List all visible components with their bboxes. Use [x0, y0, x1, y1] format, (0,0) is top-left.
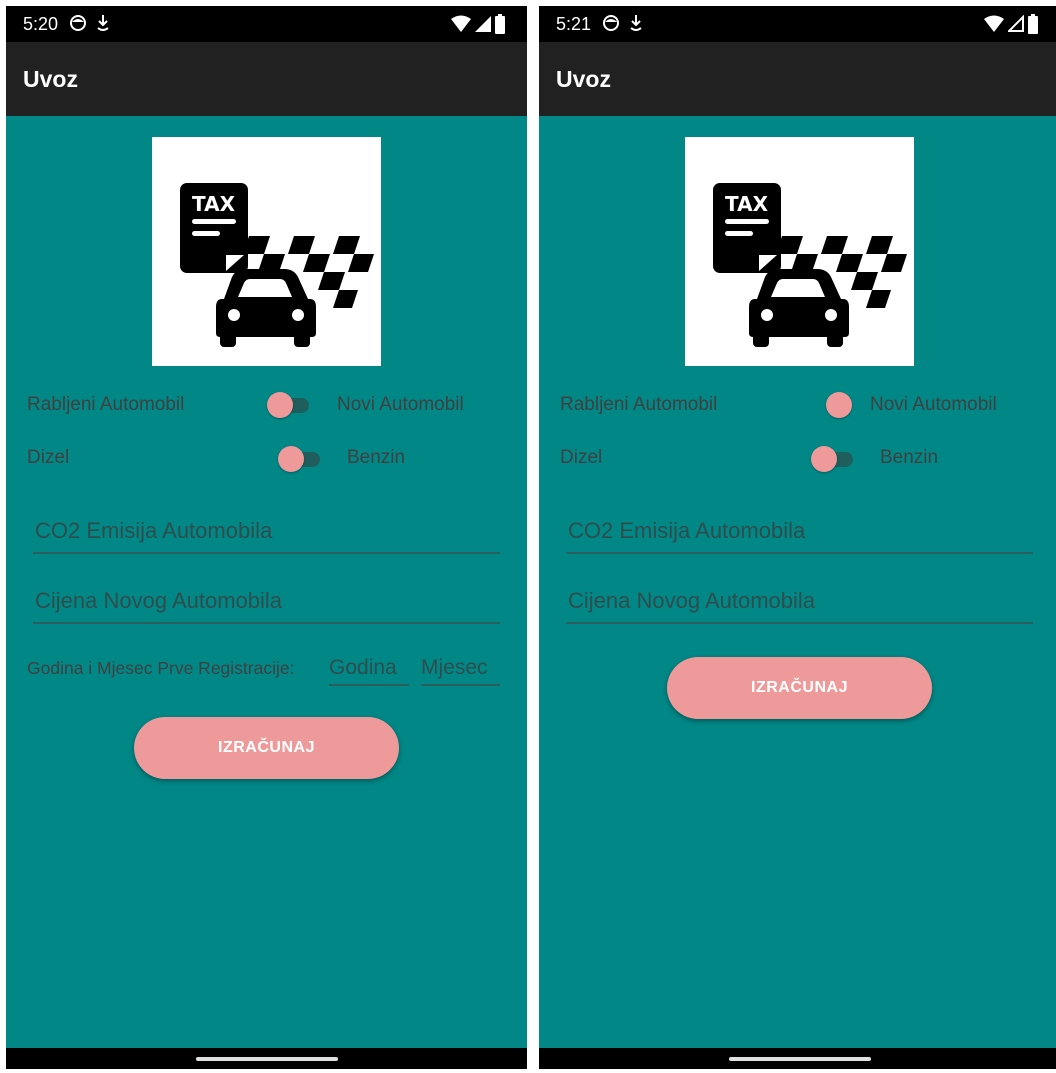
toggle2-right-label: Benzin — [880, 447, 939, 468]
co2-emission-hint: CO2 Emisija Automobila — [568, 518, 806, 543]
toggle1-left-label: Rabljeni Automobil — [560, 394, 718, 415]
status-time: 5:20 — [23, 14, 59, 34]
status-bar: 5:21 — [539, 6, 1056, 42]
new-car-price-input[interactable]: Cijena Novog Automobila — [33, 584, 500, 624]
app-bar: Uvoz — [539, 42, 1056, 116]
tax-car-logo-icon: TAX — [685, 137, 914, 366]
new-car-switch[interactable] — [826, 390, 872, 420]
phone-screen-left: 5:20 Uvoz TAX Rabljeni Automobil Novi Au… — [6, 6, 527, 1069]
download-status-icon — [96, 13, 110, 38]
app-title: Uvoz — [23, 66, 78, 92]
new-car-price-hint: Cijena Novog Automobila — [35, 588, 283, 613]
month-hint: Mjesec — [421, 656, 488, 679]
battery-icon — [1028, 14, 1038, 39]
wifi-icon — [984, 15, 1004, 38]
toggle2-left-label: Dizel — [560, 447, 603, 468]
home-gesture-handle[interactable] — [728, 1057, 871, 1061]
face-status-icon — [68, 13, 88, 38]
toggle1-left-label: Rabljeni Automobil — [27, 394, 185, 415]
navigation-bar — [6, 1048, 527, 1069]
logo-text: TAX — [192, 192, 236, 216]
navigation-bar — [539, 1048, 1056, 1069]
battery-icon — [495, 14, 505, 39]
co2-emission-input[interactable]: CO2 Emisija Automobila — [566, 514, 1033, 554]
cell-signal-icon — [475, 15, 491, 38]
calculate-button[interactable]: IZRAČUNAJ — [667, 657, 932, 719]
calculate-button[interactable]: IZRAČUNAJ — [134, 717, 399, 779]
month-input[interactable]: Mjesec — [421, 652, 500, 686]
toggle2-right-label: Benzin — [347, 447, 406, 468]
logo-text: TAX — [725, 192, 769, 216]
cell-signal-icon — [1006, 14, 1024, 38]
toggle1-right-label: Novi Automobil — [337, 394, 464, 415]
download-status-icon — [629, 13, 643, 38]
home-gesture-handle[interactable] — [195, 1057, 338, 1061]
fuel-switch[interactable] — [278, 444, 324, 474]
phone-screen-right: 5:21 Uvoz TAX Rabljeni Automobil Novi Au… — [539, 6, 1056, 1069]
app-bar: Uvoz — [6, 42, 527, 116]
status-bar: 5:20 — [6, 6, 527, 42]
year-input[interactable]: Godina — [329, 652, 409, 686]
tax-car-logo-icon: TAX — [152, 137, 381, 366]
toggle2-left-label: Dizel — [27, 447, 70, 468]
toggle1-right-label: Novi Automobil — [870, 394, 997, 415]
co2-emission-input[interactable]: CO2 Emisija Automobila — [33, 514, 500, 554]
fuel-switch[interactable] — [811, 444, 857, 474]
status-time: 5:21 — [556, 14, 592, 34]
year-hint: Godina — [329, 656, 397, 679]
co2-emission-hint: CO2 Emisija Automobila — [35, 518, 273, 543]
new-car-price-input[interactable]: Cijena Novog Automobila — [566, 584, 1033, 624]
new-car-switch[interactable] — [267, 390, 313, 420]
new-car-price-hint: Cijena Novog Automobila — [568, 588, 816, 613]
app-title: Uvoz — [556, 66, 611, 92]
registration-label: Godina i Mjesec Prve Registracije: — [27, 658, 295, 678]
face-status-icon — [601, 13, 621, 38]
wifi-icon — [451, 15, 471, 38]
